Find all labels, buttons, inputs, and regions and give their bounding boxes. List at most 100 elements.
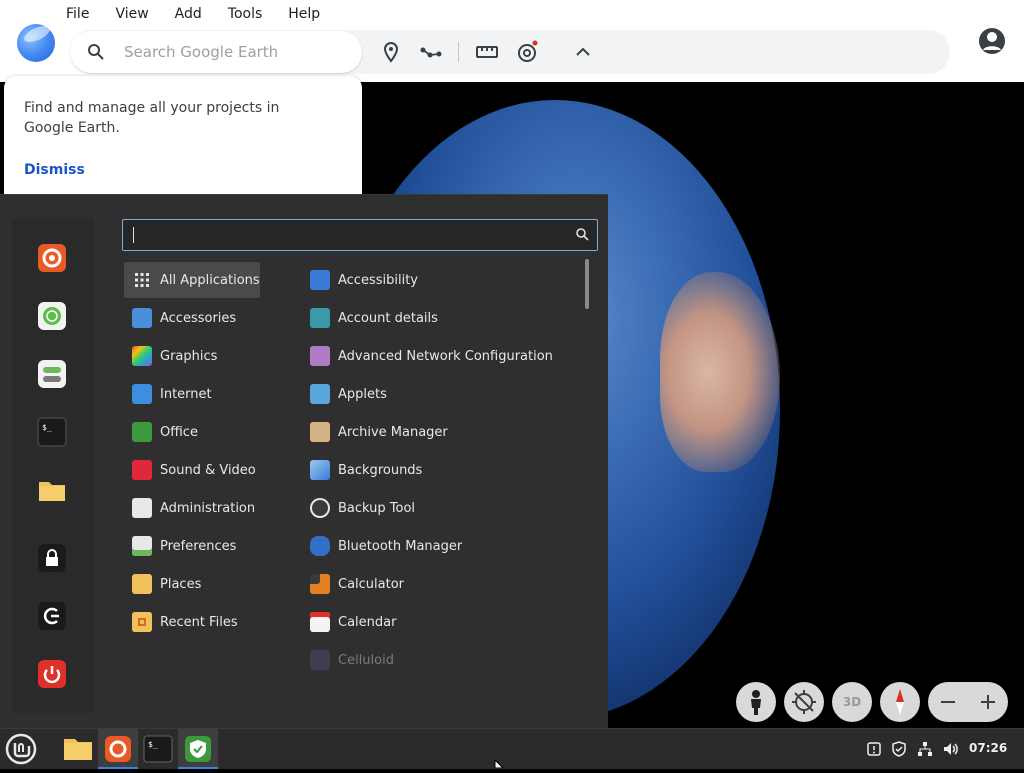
app-bluetooth-manager[interactable]: Bluetooth Manager [302, 528, 572, 564]
taskbar-update-manager[interactable] [178, 729, 218, 769]
zoom-in-icon[interactable] [978, 692, 998, 712]
search-input[interactable] [122, 40, 346, 64]
scrollbar-thumb[interactable] [585, 259, 589, 309]
shield-icon [185, 736, 211, 762]
app-calculator[interactable]: Calculator [302, 566, 572, 602]
app-archive-manager[interactable]: Archive Manager [302, 414, 572, 450]
historical-imagery-icon[interactable] [515, 40, 539, 64]
app-applets[interactable]: Applets [302, 376, 572, 412]
compass-button[interactable] [880, 682, 920, 722]
app-advanced-network-configuration[interactable]: Advanced Network Configuration [302, 338, 572, 374]
dismiss-button[interactable]: Dismiss [24, 162, 85, 178]
app-label: Accessibility [338, 272, 418, 288]
app-accessibility[interactable]: Accessibility [302, 262, 572, 298]
app-label: Celluloid [338, 652, 394, 668]
volume-icon[interactable] [943, 741, 959, 757]
category-label: Administration [160, 500, 256, 516]
mint-menu-icon[interactable] [4, 732, 38, 766]
google-earth-header: File View Add Tools Help [0, 0, 1024, 82]
folder-icon [64, 739, 92, 760]
ruler-icon[interactable] [475, 40, 499, 64]
software-manager-icon[interactable] [37, 301, 67, 331]
svg-text:$_: $_ [148, 740, 158, 749]
category-label: Internet [160, 386, 212, 402]
app-celluloid[interactable]: Celluloid [302, 642, 572, 678]
app-account-details[interactable]: Account details [302, 300, 572, 336]
category-label: Sound & Video [160, 462, 256, 478]
play-icon [132, 460, 152, 480]
menu-add[interactable]: Add [175, 6, 202, 26]
category-label: Places [160, 576, 202, 592]
menu-tools[interactable]: Tools [228, 6, 263, 26]
compass-icon [896, 689, 904, 715]
category-graphics[interactable]: Graphics [124, 338, 260, 374]
app-label: Archive Manager [338, 424, 448, 440]
category-preferences[interactable]: Preferences [124, 528, 260, 564]
clock[interactable]: 07:26 [969, 741, 1007, 755]
user-icon [310, 308, 330, 328]
palette-icon [132, 346, 152, 366]
backup-icon [310, 498, 330, 518]
chevron-up-icon[interactable] [571, 40, 595, 64]
category-label: Recent Files [160, 614, 238, 630]
menu-file[interactable]: File [66, 6, 89, 26]
calculator-icon [310, 574, 330, 594]
app-label: Backgrounds [338, 462, 423, 478]
search-icon [576, 228, 589, 241]
calendar-icon [310, 612, 330, 632]
pegman-icon [751, 690, 761, 715]
google-earth-logo[interactable] [17, 24, 55, 62]
app-label: Account details [338, 310, 438, 326]
network-icon[interactable] [917, 741, 933, 757]
category-administration[interactable]: Administration [124, 490, 260, 526]
menu-search-input[interactable] [122, 219, 598, 251]
category-places[interactable]: Places [124, 566, 260, 602]
path-icon[interactable] [419, 40, 443, 64]
app-label: Applets [338, 386, 387, 402]
category-recent-files[interactable]: Recent Files [124, 604, 260, 640]
3d-button[interactable]: 3D [832, 682, 872, 722]
app-backgrounds[interactable]: Backgrounds [302, 452, 572, 488]
app-calendar[interactable]: Calendar [302, 604, 572, 640]
notification-icon[interactable] [866, 741, 882, 757]
placemark-icon[interactable] [379, 40, 403, 64]
network-config-icon [310, 346, 330, 366]
firefox-icon[interactable] [37, 243, 67, 273]
power-icon[interactable] [37, 659, 67, 689]
app-label: Backup Tool [338, 500, 416, 516]
category-sound-video[interactable]: Sound & Video [124, 452, 260, 488]
category-label: All Applications [160, 272, 260, 288]
app-label: Calendar [338, 614, 397, 630]
street-view-button[interactable] [736, 682, 776, 722]
category-internet[interactable]: Internet [124, 376, 260, 412]
category-office[interactable]: Office [124, 414, 260, 450]
category-all-applications[interactable]: All Applications [124, 262, 260, 298]
shield-tray-icon[interactable] [891, 741, 907, 757]
account-icon[interactable] [977, 26, 1007, 56]
terminal-icon[interactable]: $_ [37, 417, 67, 447]
lock-icon[interactable] [37, 543, 67, 573]
settings-toggle-icon[interactable] [37, 359, 67, 389]
taskbar-files[interactable] [58, 729, 98, 769]
admin-toggle-icon [132, 498, 152, 518]
category-accessories[interactable]: Accessories [124, 300, 260, 336]
folder-icon[interactable] [37, 475, 67, 505]
toolbar-divider [458, 42, 459, 62]
firefox-icon [105, 736, 131, 762]
location-button[interactable] [784, 682, 824, 722]
taskbar-firefox[interactable] [98, 729, 138, 769]
bluetooth-icon [310, 536, 330, 556]
app-backup-tool[interactable]: Backup Tool [302, 490, 572, 526]
zoom-out-icon[interactable] [938, 692, 958, 712]
search-box[interactable] [70, 31, 362, 73]
menu-view[interactable]: View [115, 6, 148, 26]
logout-icon[interactable] [37, 601, 67, 631]
text-caret [133, 227, 134, 243]
menu-help[interactable]: Help [288, 6, 320, 26]
cloud-icon [132, 384, 152, 404]
taskbar-terminal[interactable]: $_ [138, 729, 178, 769]
category-label: Preferences [160, 538, 237, 554]
category-label: Office [160, 424, 198, 440]
zoom-controls [928, 682, 1008, 722]
archive-icon [310, 422, 330, 442]
